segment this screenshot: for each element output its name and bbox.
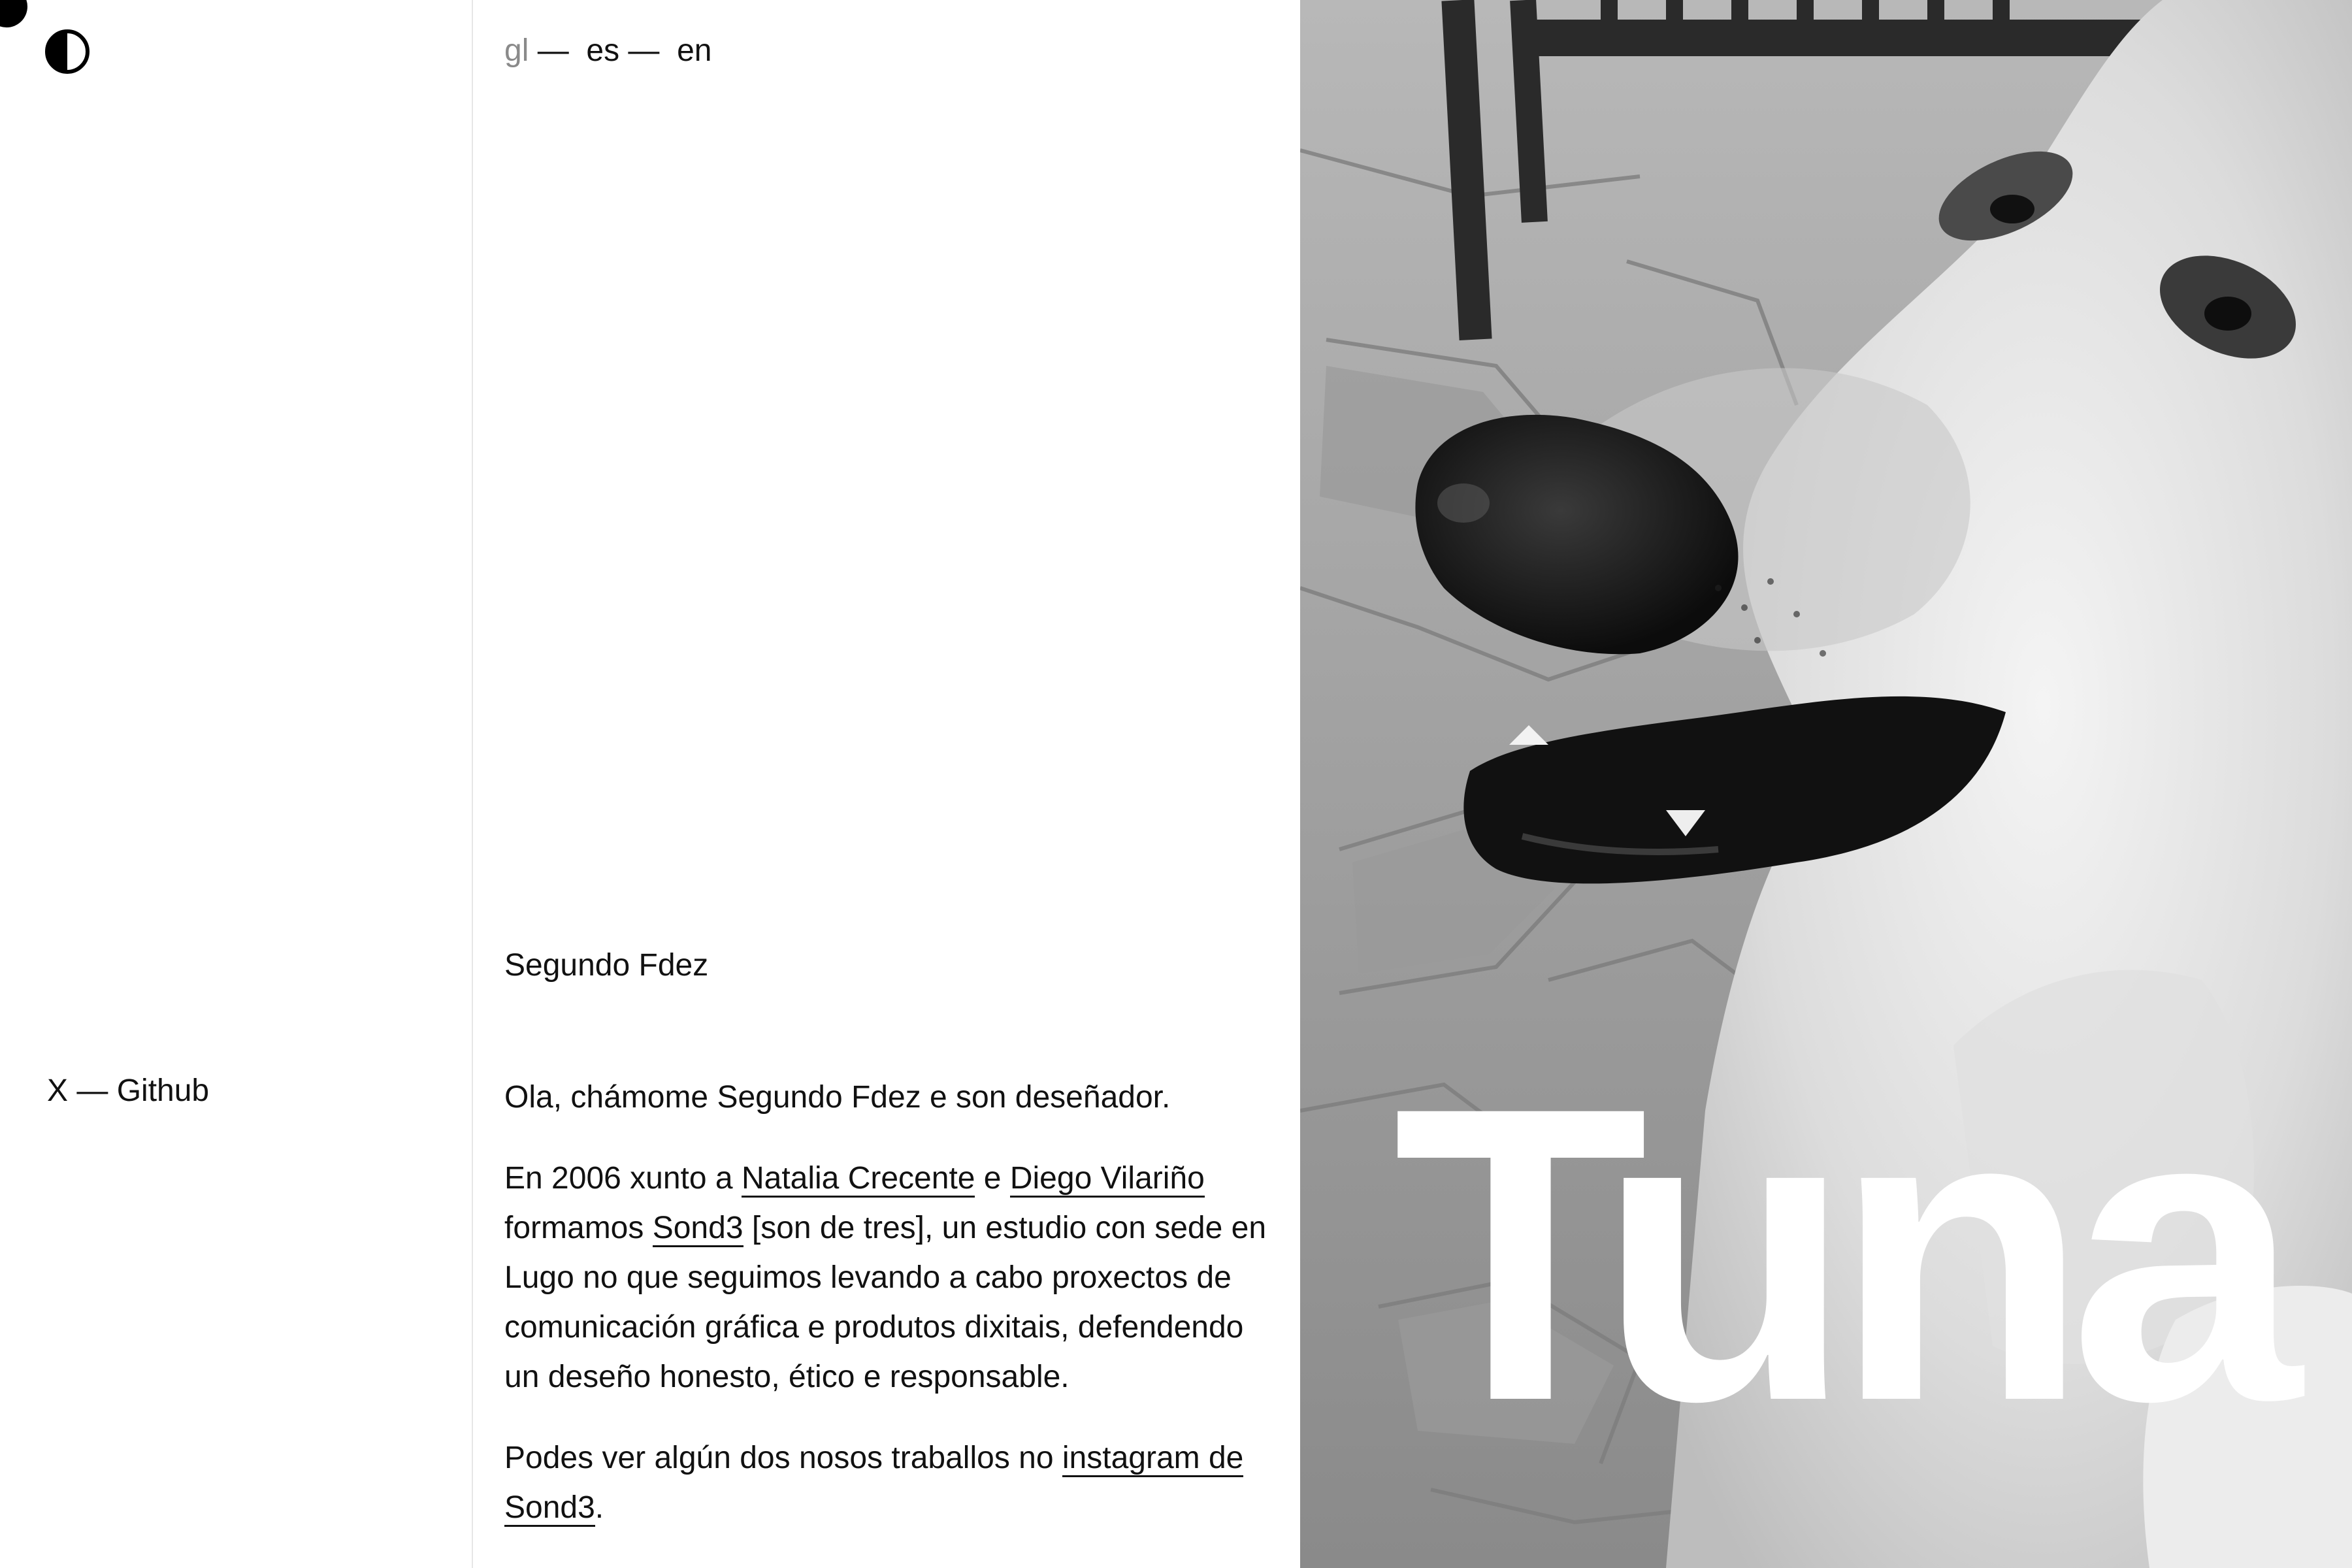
natalia-link[interactable]: Natalia Crecente xyxy=(741,1161,975,1198)
bio-intro: Ola, chámome Segundo Fdez e son deseñado… xyxy=(504,1080,1171,1115)
bio-text: En 2006 xunto a xyxy=(504,1161,742,1196)
diego-link[interactable]: Diego Vilariño xyxy=(1009,1161,1205,1198)
bio: Ola, chámome Segundo Fdez e son deseñado… xyxy=(504,1073,1275,1564)
social-separator: — xyxy=(68,1073,117,1108)
bio-text: formamos xyxy=(504,1211,653,1245)
content-column: gl — es — en Segundo Fdez Ola, chámome S… xyxy=(504,0,1275,1568)
lang-es[interactable]: es xyxy=(586,33,619,68)
bio-text: e xyxy=(975,1161,1010,1196)
language-switcher: gl — es — en xyxy=(504,31,711,71)
dog-photo: Tuna xyxy=(1300,0,2352,1568)
bio-paragraph-studio: En 2006 xunto a Natalia Crecente e Diego… xyxy=(504,1154,1275,1402)
lang-separator: — xyxy=(537,33,569,68)
social-links: X — Github xyxy=(47,1071,209,1111)
lang-en[interactable]: en xyxy=(677,33,711,68)
page: X — Github gl — es — en Segundo Fdez Ola… xyxy=(0,0,2352,1568)
bio-text: Podes ver algún dos nosos traballos no xyxy=(504,1441,1062,1475)
lang-separator: — xyxy=(628,33,660,68)
bio-paragraph-instagram: Podes ver algún dos nosos traballos no i… xyxy=(504,1433,1275,1533)
column-divider xyxy=(472,0,473,1568)
x-link[interactable]: X xyxy=(47,1073,68,1108)
sond3-link[interactable]: Sond3 xyxy=(652,1211,743,1247)
lang-gl[interactable]: gl xyxy=(504,33,529,68)
github-link[interactable]: Github xyxy=(117,1073,209,1108)
hero-title: Tuna xyxy=(1393,1021,2302,1488)
contrast-toggle-icon[interactable] xyxy=(44,29,90,74)
bio-text: . xyxy=(595,1490,604,1525)
author-name: Segundo Fdez xyxy=(504,948,709,983)
corner-dot xyxy=(0,0,27,27)
